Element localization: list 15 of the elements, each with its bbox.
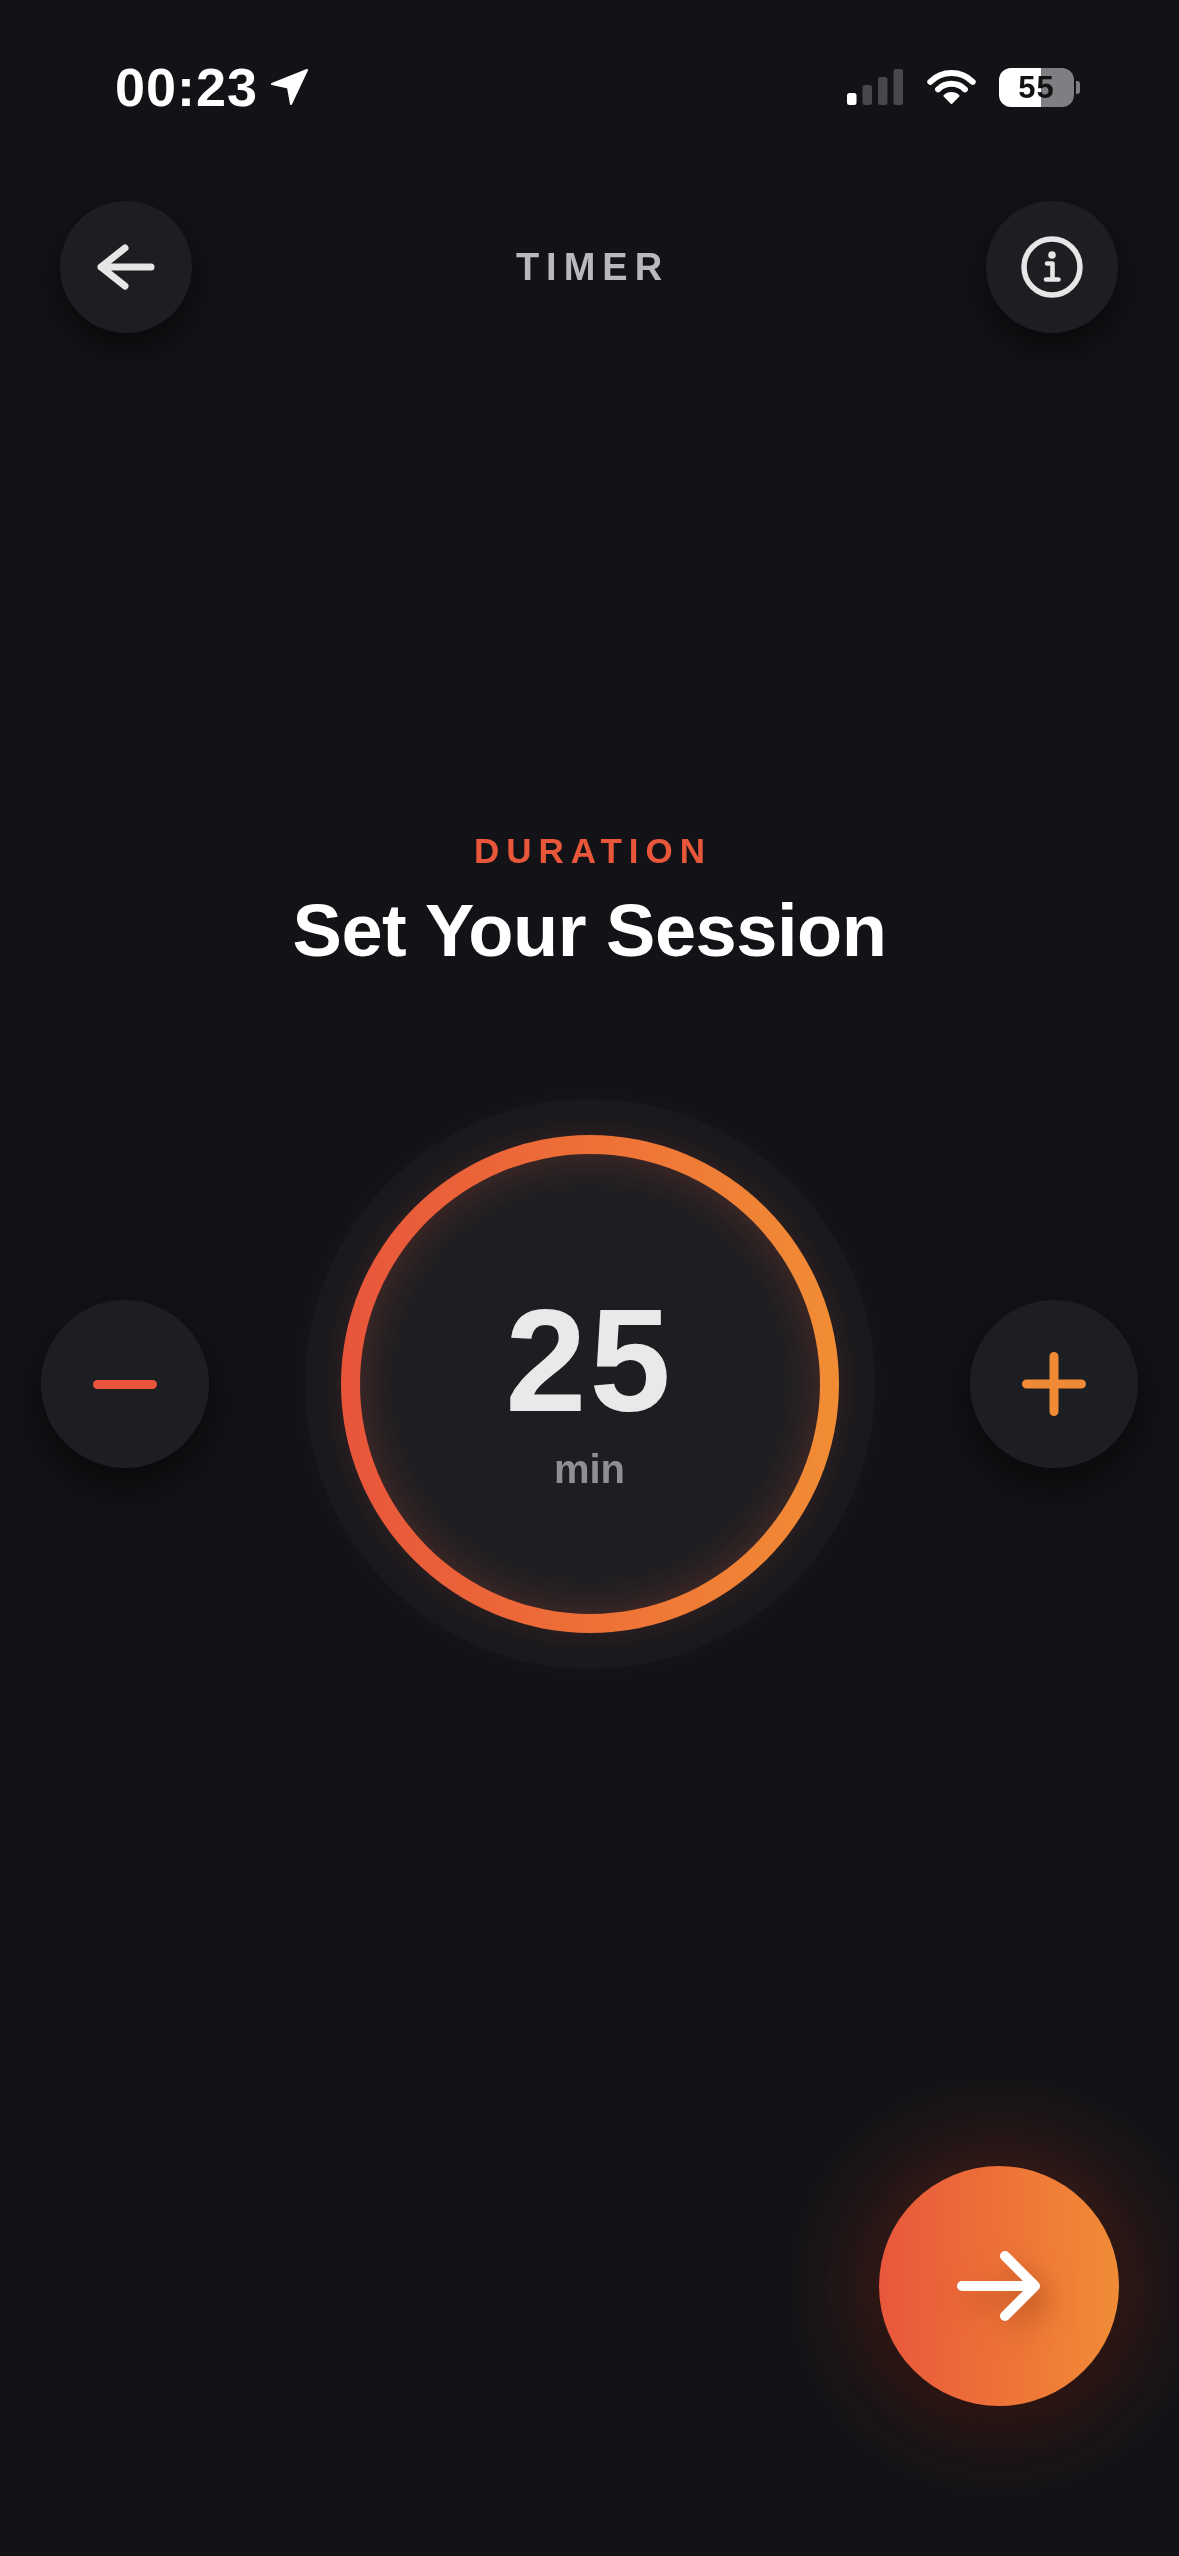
battery-percent: 55: [1018, 71, 1055, 103]
left-arrow-icon: [97, 244, 155, 290]
right-arrow-icon: [957, 2251, 1041, 2321]
section-title: Set Your Session: [292, 894, 887, 968]
wifi-icon: [926, 69, 977, 105]
duration-unit: min: [553, 1449, 626, 1489]
screen-title: TIMER: [514, 248, 670, 286]
location-arrow-icon: [270, 69, 310, 105]
info-icon: [1021, 236, 1083, 298]
signal-icon: [847, 69, 903, 105]
duration-value: 25: [505, 1288, 674, 1434]
plus-icon: [1022, 1352, 1086, 1416]
minus-icon: [93, 1379, 157, 1389]
section-label: DURATION: [472, 833, 713, 868]
status-time: 00:23: [115, 60, 259, 114]
